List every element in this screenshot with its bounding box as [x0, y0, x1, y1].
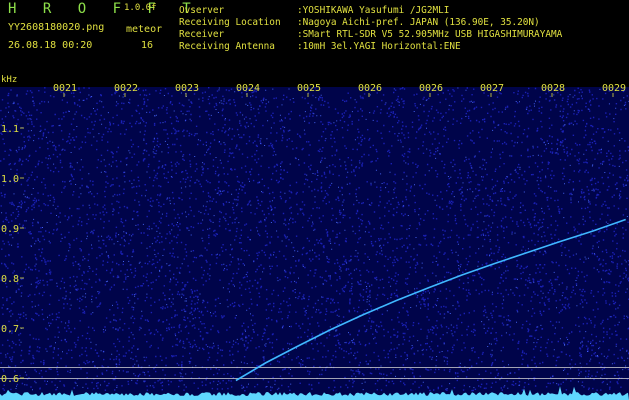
meteor-label: meteor [126, 24, 163, 35]
info-row-antenna: Receiving Antenna :10mH 3el.YAGI Horizont… [179, 41, 461, 52]
y-tick-label: 0.7 [1, 324, 19, 335]
info-key: Receiving Location [179, 17, 281, 28]
y-tick-label: 1.1 [1, 124, 19, 135]
app-version: 1.0.0f [124, 3, 157, 13]
timestamp: 26.08.18 00:20 [8, 40, 93, 51]
info-value: :YOSHIKAWA Yasufumi /JG2MLI [297, 5, 450, 16]
info-value: :Nagoya Aichi-pref. JAPAN (136.90E, 35.2… [297, 17, 540, 28]
info-row-location: Receiving Location :Nagoya Aichi-pref. JA… [179, 17, 540, 28]
x-tick-label: 0026 [419, 83, 443, 94]
image-filename: YY2608180020.png [8, 22, 105, 33]
app-title: H R O F F T [8, 1, 200, 17]
x-tick-label: 0024 [236, 83, 260, 94]
info-value: :10mH 3el.YAGI Horizontal:ENE [297, 41, 461, 52]
meteor-count: 16 [141, 40, 154, 51]
header-panel: H R O F F T 1.0.0f YY2608180020.png mete… [0, 0, 629, 73]
info-key: Ovserver [179, 5, 225, 16]
x-tick-label: 0023 [175, 83, 199, 94]
y-axis-unit: kHz [1, 75, 17, 85]
info-key: Receiver [179, 29, 225, 40]
spectrogram-chart: 0021 0022 0023 0024 0025 0026 0026 0027 0028 0029… [0, 75, 629, 400]
noise-layer [0, 87, 629, 398]
x-tick-label: 0029 [602, 83, 626, 94]
x-tick-label: 0028 [541, 83, 565, 94]
info-row-observer: Ovserver :YOSHIKAWA Yasufumi /JG2MLI [179, 5, 449, 16]
x-tick-label: 0021 [53, 83, 77, 94]
spectrogram-panel: 0021 0022 0023 0024 0025 0026 0026 0027 0028 0029… [0, 73, 629, 400]
x-tick-label: 0025 [297, 83, 321, 94]
y-tick-label: 0.9 [1, 224, 19, 235]
noise-background [0, 87, 629, 398]
x-tick-label: 0022 [114, 83, 138, 94]
info-row-receiver: Receiver :SMart RTL-SDR V5 52.905MHz USB … [179, 29, 562, 40]
y-tick-label: 1.0 [1, 174, 19, 185]
y-tick-label: 0.8 [1, 274, 19, 285]
info-key: Receiving Antenna [179, 41, 275, 52]
info-value: :SMart RTL-SDR V5 52.905MHz USB HIGASHIM… [297, 29, 563, 40]
y-tick-label: 0.6 [1, 374, 19, 385]
x-tick-label: 0027 [480, 83, 504, 94]
x-tick-label: 0026 [358, 83, 382, 94]
